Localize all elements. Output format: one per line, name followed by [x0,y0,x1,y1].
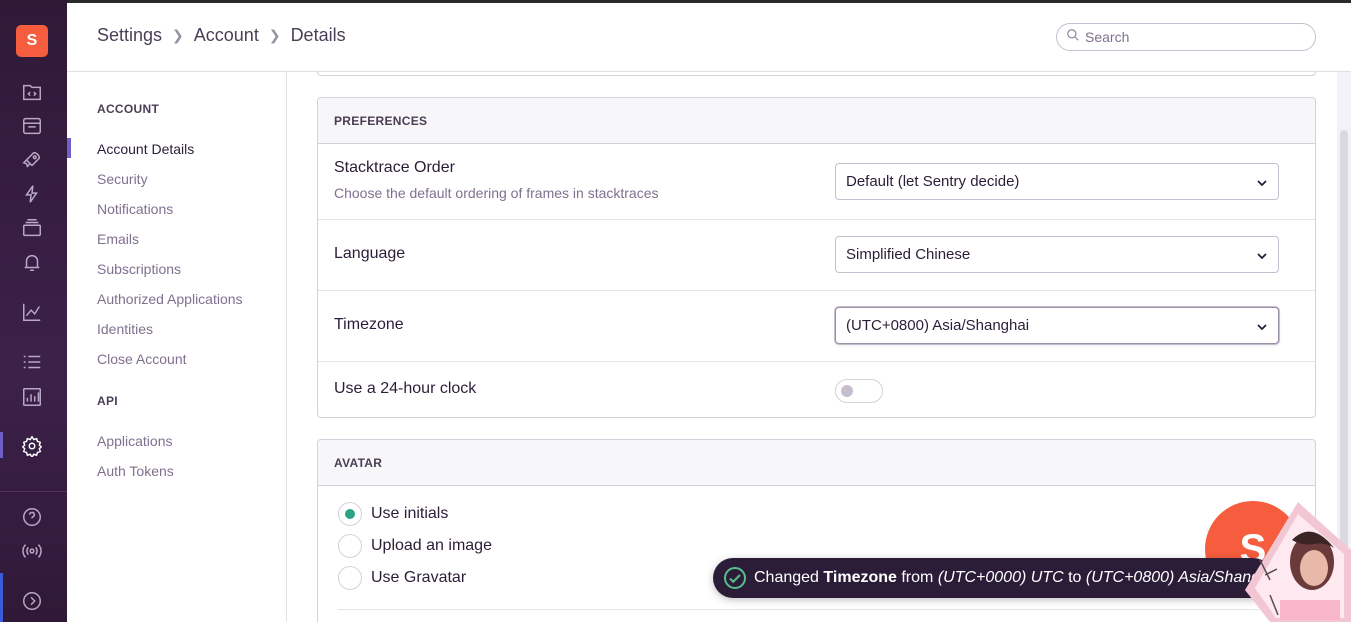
toggle-knob [841,385,853,397]
timezone-row: Timezone (UTC+0800) Asia/Shanghai [318,291,1315,362]
org-avatar[interactable]: S [16,25,48,57]
rail-divider [0,491,67,492]
check-circle-icon [723,566,747,590]
dashboards-icon[interactable] [20,385,44,409]
nav-active-indicator [67,138,71,158]
breadcrumb: Settings ❯ Account ❯ Details [97,25,346,46]
nav-heading-account: ACCOUNT [97,102,160,116]
nav-heading-api: API [97,394,118,408]
radio-label: Upload an image [371,537,492,554]
radio-selected-dot [345,509,355,519]
previous-panel-edge [317,72,1316,76]
radio-button[interactable] [338,502,362,526]
chevron-right-icon: ❯ [268,27,281,43]
search-icon [1066,28,1080,47]
select-value: (UTC+0800) Asia/Shanghai [846,317,1030,334]
stats-icon[interactable] [20,300,44,324]
language-row: Language Simplified Chinese [318,220,1315,291]
nav-item-notifications[interactable]: Notifications [97,201,173,217]
chevron-down-icon [1256,320,1268,332]
toast-notification: Changed Timezone from (UTC+0000) UTC to … [713,558,1273,598]
field-label: Language [334,245,406,262]
field-label: Use a 24-hour clock [334,380,477,397]
select-value: Simplified Chinese [846,246,971,263]
settings-icon[interactable] [20,434,44,458]
breadcrumb-account[interactable]: Account [194,25,259,46]
nav-item-auth-tokens[interactable]: Auth Tokens [97,463,174,479]
radio-upload-image[interactable]: Upload an image [338,534,492,558]
toast-from: from [901,569,934,586]
rail-active-indicator [0,432,3,458]
org-initial: S [26,32,38,49]
nav-item-identities[interactable]: Identities [97,321,153,337]
collapse-icon[interactable] [20,589,44,613]
nav-item-authorized-applications[interactable]: Authorized Applications [97,291,243,307]
broadcasts-icon[interactable] [20,539,44,563]
nav-item-emails[interactable]: Emails [97,231,139,247]
rail-edge-highlight [0,573,3,622]
projects-icon[interactable] [20,80,44,104]
language-select[interactable]: Simplified Chinese [835,236,1279,273]
clock-row: Use a 24-hour clock [318,362,1315,417]
search-box[interactable] [1056,23,1316,51]
chevron-down-icon [1256,176,1268,188]
field-label: Stacktrace Order [334,159,455,176]
performance-icon[interactable] [20,148,44,172]
settings-nav: ACCOUNT Account Details Security Notific… [67,72,287,622]
radio-use-initials[interactable]: Use initials [338,502,448,526]
radio-button[interactable] [338,566,362,590]
help-icon[interactable] [20,505,44,529]
toast-prefix: Changed [754,569,819,586]
field-label: Timezone [334,316,404,333]
select-value: Default (let Sentry decide) [846,173,1020,190]
page-header: Settings ❯ Account ❯ Details [67,3,1351,72]
stacktrace-order-select[interactable]: Default (let Sentry decide) [835,163,1279,200]
nav-item-security[interactable]: Security [97,171,148,187]
chevron-right-icon: ❯ [172,27,184,43]
radio-label: Use initials [371,505,449,522]
radio-use-gravatar[interactable]: Use Gravatar [338,566,466,590]
issues-icon[interactable] [20,114,44,138]
radio-label: Use Gravatar [371,569,467,586]
corner-sticker-image [1240,500,1351,622]
chevron-down-icon [1256,249,1268,261]
avatar-divider [338,609,1298,610]
toast-old-value: (UTC+0000) UTC [937,569,1064,586]
breadcrumb-settings[interactable]: Settings [97,25,162,46]
field-help: Choose the default ordering of frames in… [334,185,659,201]
search-input[interactable] [1085,29,1305,45]
alerts-icon[interactable] [20,250,44,274]
nav-item-close-account[interactable]: Close Account [97,351,187,367]
preferences-panel: PREFERENCES Stacktrace Order Choose the … [317,97,1316,418]
toast-to: to [1068,569,1082,586]
panel-title: AVATAR [318,440,1315,486]
activity-icon[interactable] [20,350,44,374]
nav-item-account-details[interactable]: Account Details [97,141,194,157]
main-content: PREFERENCES Stacktrace Order Choose the … [287,72,1337,622]
stacktrace-order-row: Stacktrace Order Choose the default orde… [318,144,1315,220]
timezone-select[interactable]: (UTC+0800) Asia/Shanghai [835,307,1279,344]
discover-icon[interactable] [20,216,44,240]
panel-title: PREFERENCES [318,98,1315,144]
primary-sidebar: S [0,0,67,622]
breadcrumb-details: Details [290,25,346,45]
toast-field: Timezone [823,569,897,586]
radio-button[interactable] [338,534,362,558]
24-hour-clock-toggle[interactable] [835,379,883,403]
nav-item-applications[interactable]: Applications [97,433,173,449]
releases-icon[interactable] [20,182,44,206]
nav-item-subscriptions[interactable]: Subscriptions [97,261,181,277]
